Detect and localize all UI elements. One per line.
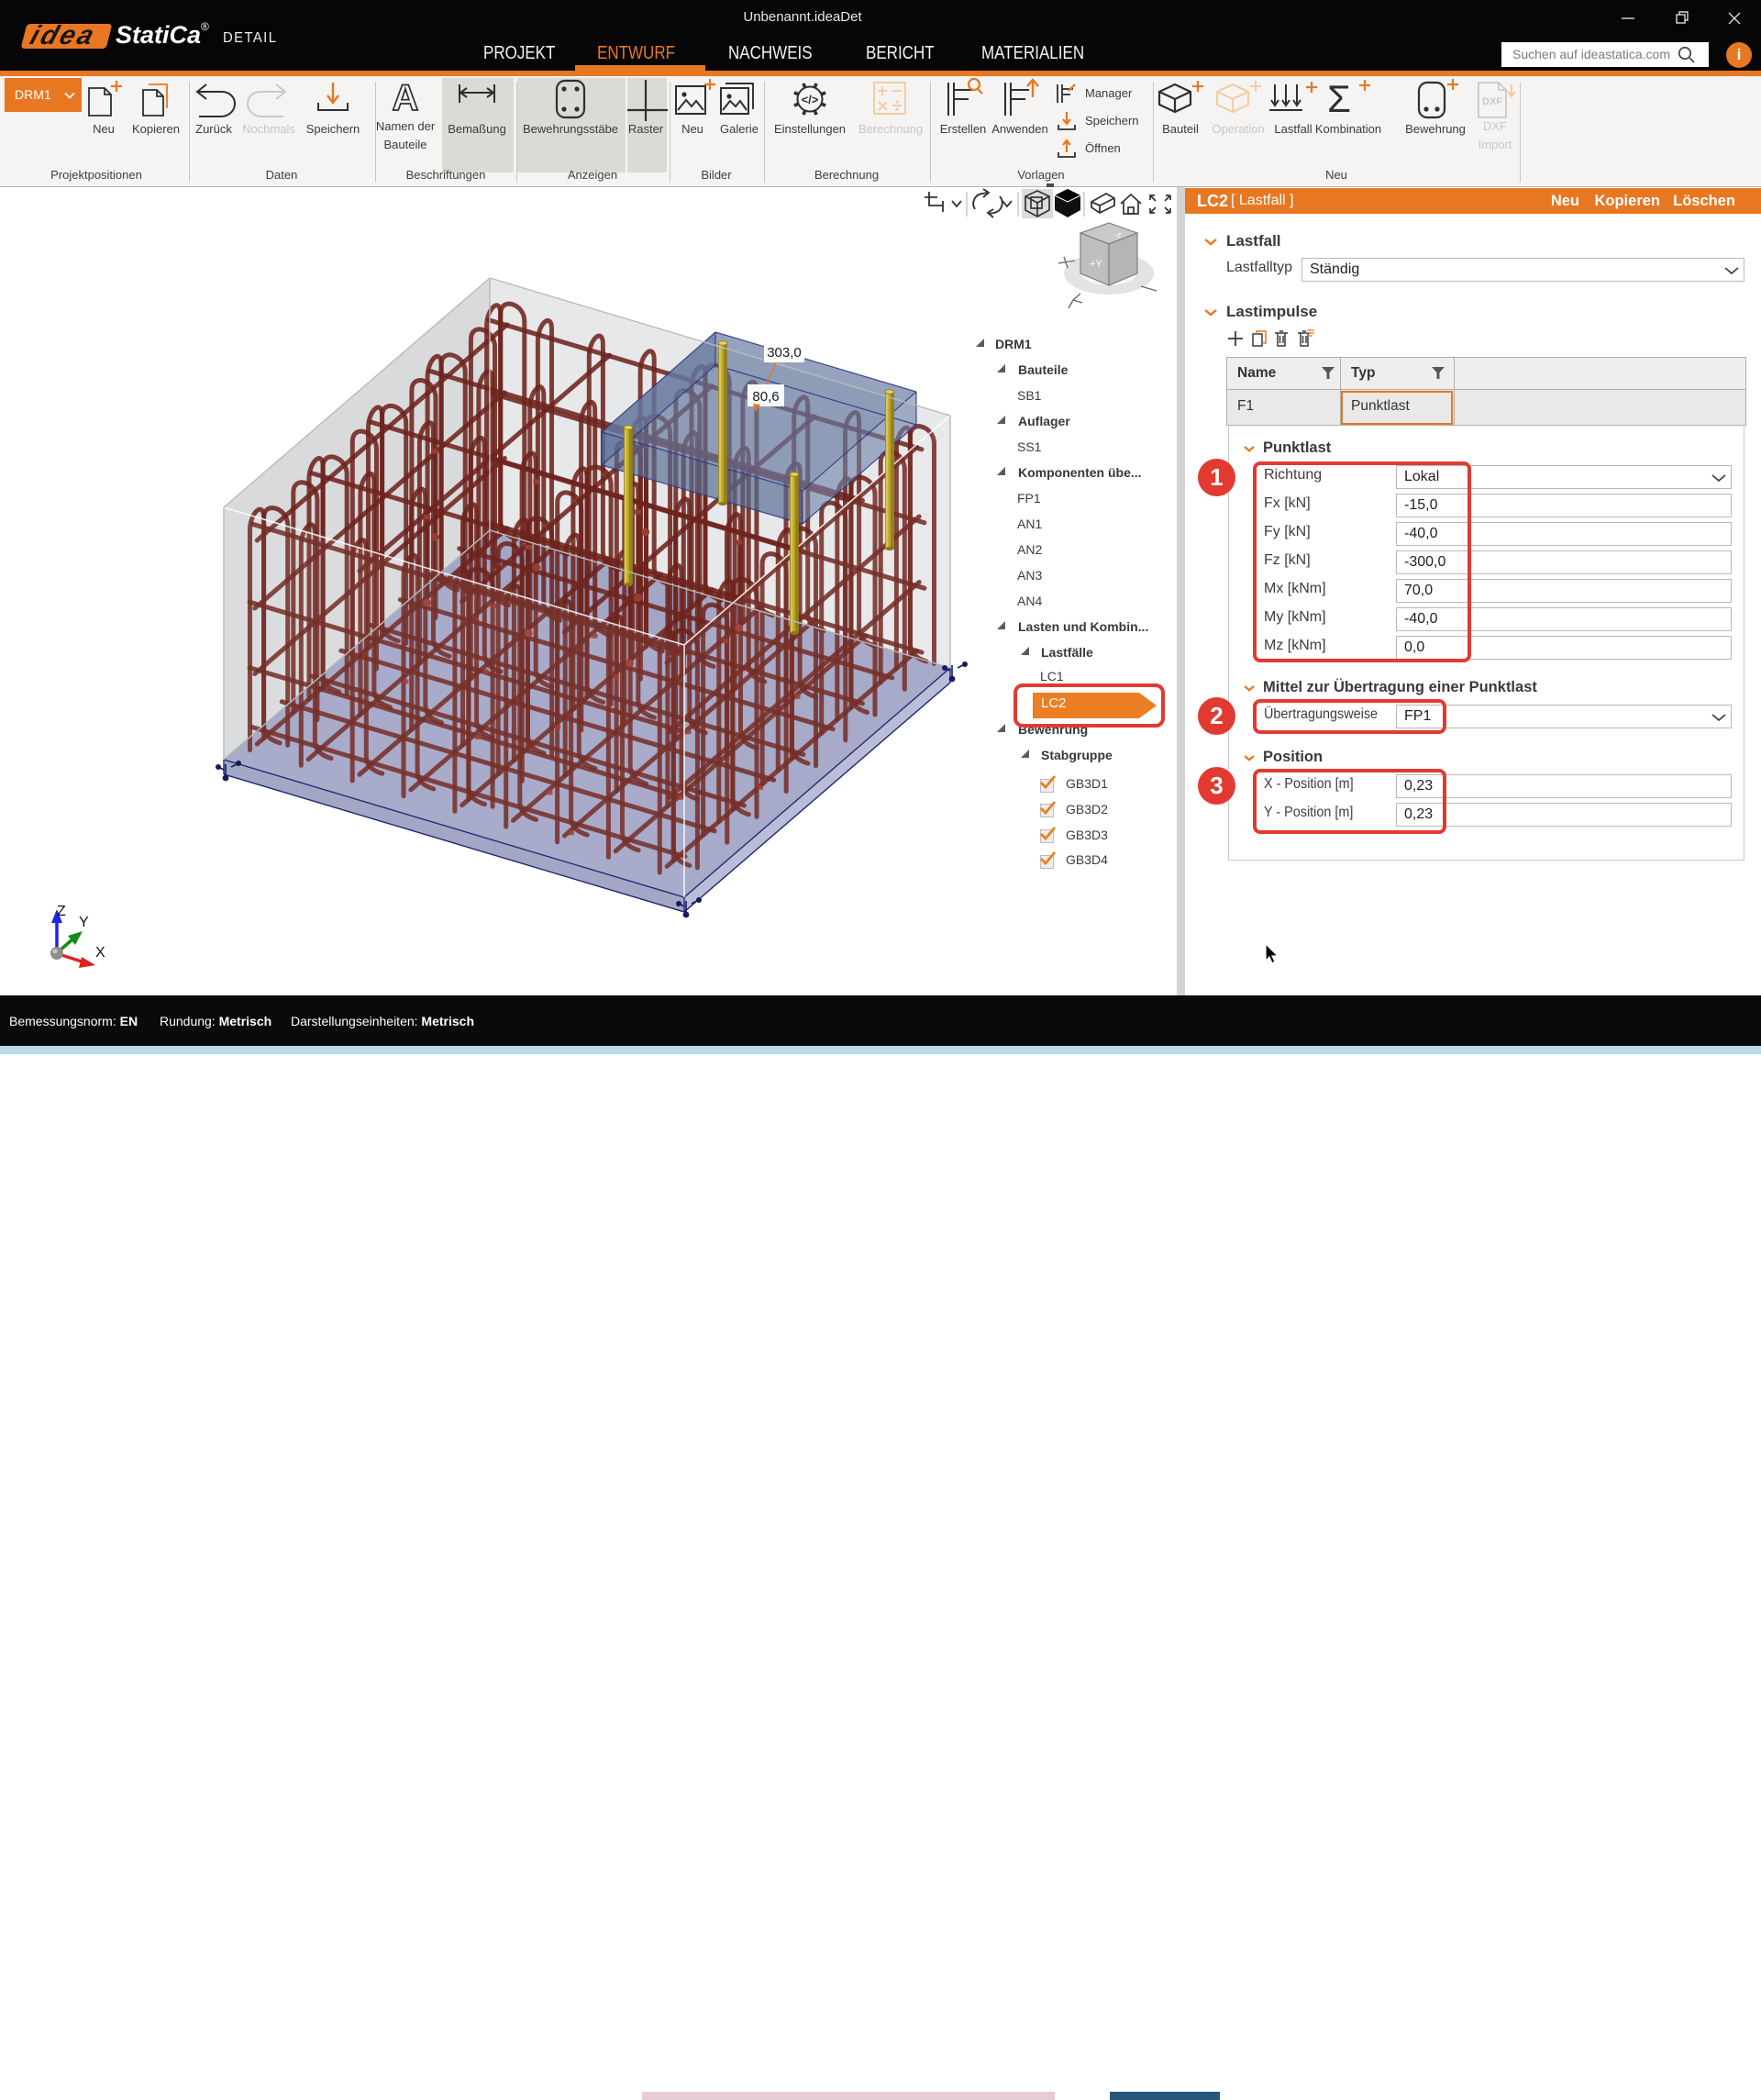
svg-text:Z: Z [57, 904, 66, 919]
svg-text:Σ: Σ [1327, 77, 1351, 119]
svg-text:80,6: 80,6 [752, 389, 779, 405]
svg-text:DXF: DXF [1482, 96, 1502, 107]
svg-text:303,0: 303,0 [767, 345, 802, 361]
svg-text:+Y: +Y [1090, 259, 1102, 270]
svg-text:-z: -z [1114, 230, 1122, 239]
svg-text:X: X [95, 945, 105, 961]
svg-text:Y: Y [79, 915, 89, 930]
